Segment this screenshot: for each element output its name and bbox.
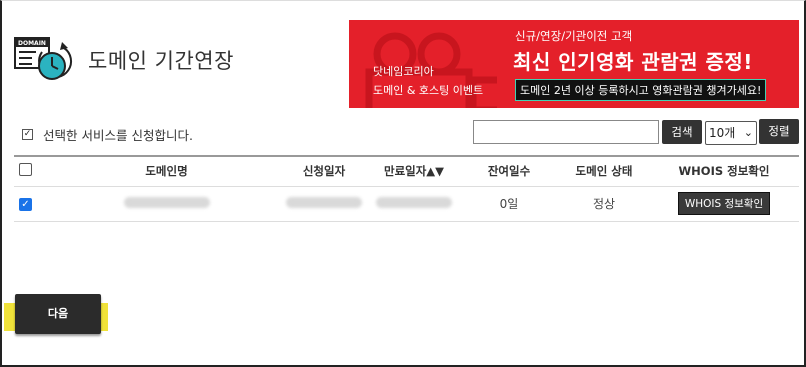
col-domain: 도메인명 <box>145 164 188 179</box>
agree-checkbox[interactable]: ✓ <box>22 129 33 140</box>
banner-left-text: 닷네임코리아 도메인 & 호스팅 이벤트 <box>373 62 483 100</box>
next-button[interactable]: 다음 <box>15 294 101 334</box>
next-button-highlight: 다음 <box>4 294 108 334</box>
agree-label: 선택한 서비스를 신청합니다. <box>43 128 193 143</box>
col-whois: WHOIS 정보확인 <box>678 164 770 179</box>
expire-date-redacted <box>376 196 452 208</box>
page-title: 도메인 기간연장 <box>88 49 234 73</box>
select-all-checkbox[interactable] <box>19 163 32 177</box>
col-apply-date: 신청일자 <box>302 164 346 179</box>
svg-text:DOMAIN: DOMAIN <box>18 40 46 47</box>
domain-clock-icon: DOMAIN <box>14 34 74 86</box>
domain-name-redacted <box>123 196 210 208</box>
table-row: ✓ 0일 정상 WHOIS 정보확인 <box>14 186 799 221</box>
remaining-days: 0일 <box>499 197 519 211</box>
banner-left-line1: 닷네임코리아 <box>373 65 434 78</box>
domain-table: 도메인명 신청일자 만료일자▲▼ 잔여일수 도메인 상태 WHOIS 정보확인 … <box>14 155 799 222</box>
col-remaining-days: 잔여일수 <box>487 164 531 179</box>
chevron-down-icon: ⌄ <box>743 126 753 139</box>
page-size-value: 10개 <box>709 126 736 140</box>
page-size-select[interactable]: 10개 ⌄ <box>705 121 757 145</box>
search-input[interactable] <box>473 120 659 144</box>
sort-button[interactable]: 정렬 <box>759 119 799 144</box>
row-checkbox[interactable]: ✓ <box>19 198 32 211</box>
apply-date-redacted <box>286 196 362 208</box>
banner-note: 도메인 2년 이상 등록하시고 영화관람권 챙겨가세요! <box>515 79 767 101</box>
search-button[interactable]: 검색 <box>662 120 702 144</box>
whois-button[interactable]: WHOIS 정보확인 <box>677 192 771 215</box>
banner-left-line2: 도메인 & 호스팅 이벤트 <box>373 84 484 97</box>
domain-status: 정상 <box>592 197 616 211</box>
col-domain-status: 도메인 상태 <box>575 164 633 179</box>
banner-main: 최신 인기영화 관람권 증정! <box>513 50 753 74</box>
table-header-row: 도메인명 신청일자 만료일자▲▼ 잔여일수 도메인 상태 WHOIS 정보확인 <box>14 156 799 186</box>
page-header: DOMAIN 도메인 기간연장 <box>14 34 234 86</box>
agree-row[interactable]: ✓ 선택한 서비스를 신청합니다. <box>22 125 193 144</box>
col-expire-date[interactable]: 만료일자▲▼ <box>369 156 459 186</box>
event-banner[interactable]: 닷네임코리아 도메인 & 호스팅 이벤트 신규/연장/기관이전 고객 최신 인기… <box>349 20 799 108</box>
banner-sub: 신규/연장/기관이전 고객 <box>515 29 633 43</box>
